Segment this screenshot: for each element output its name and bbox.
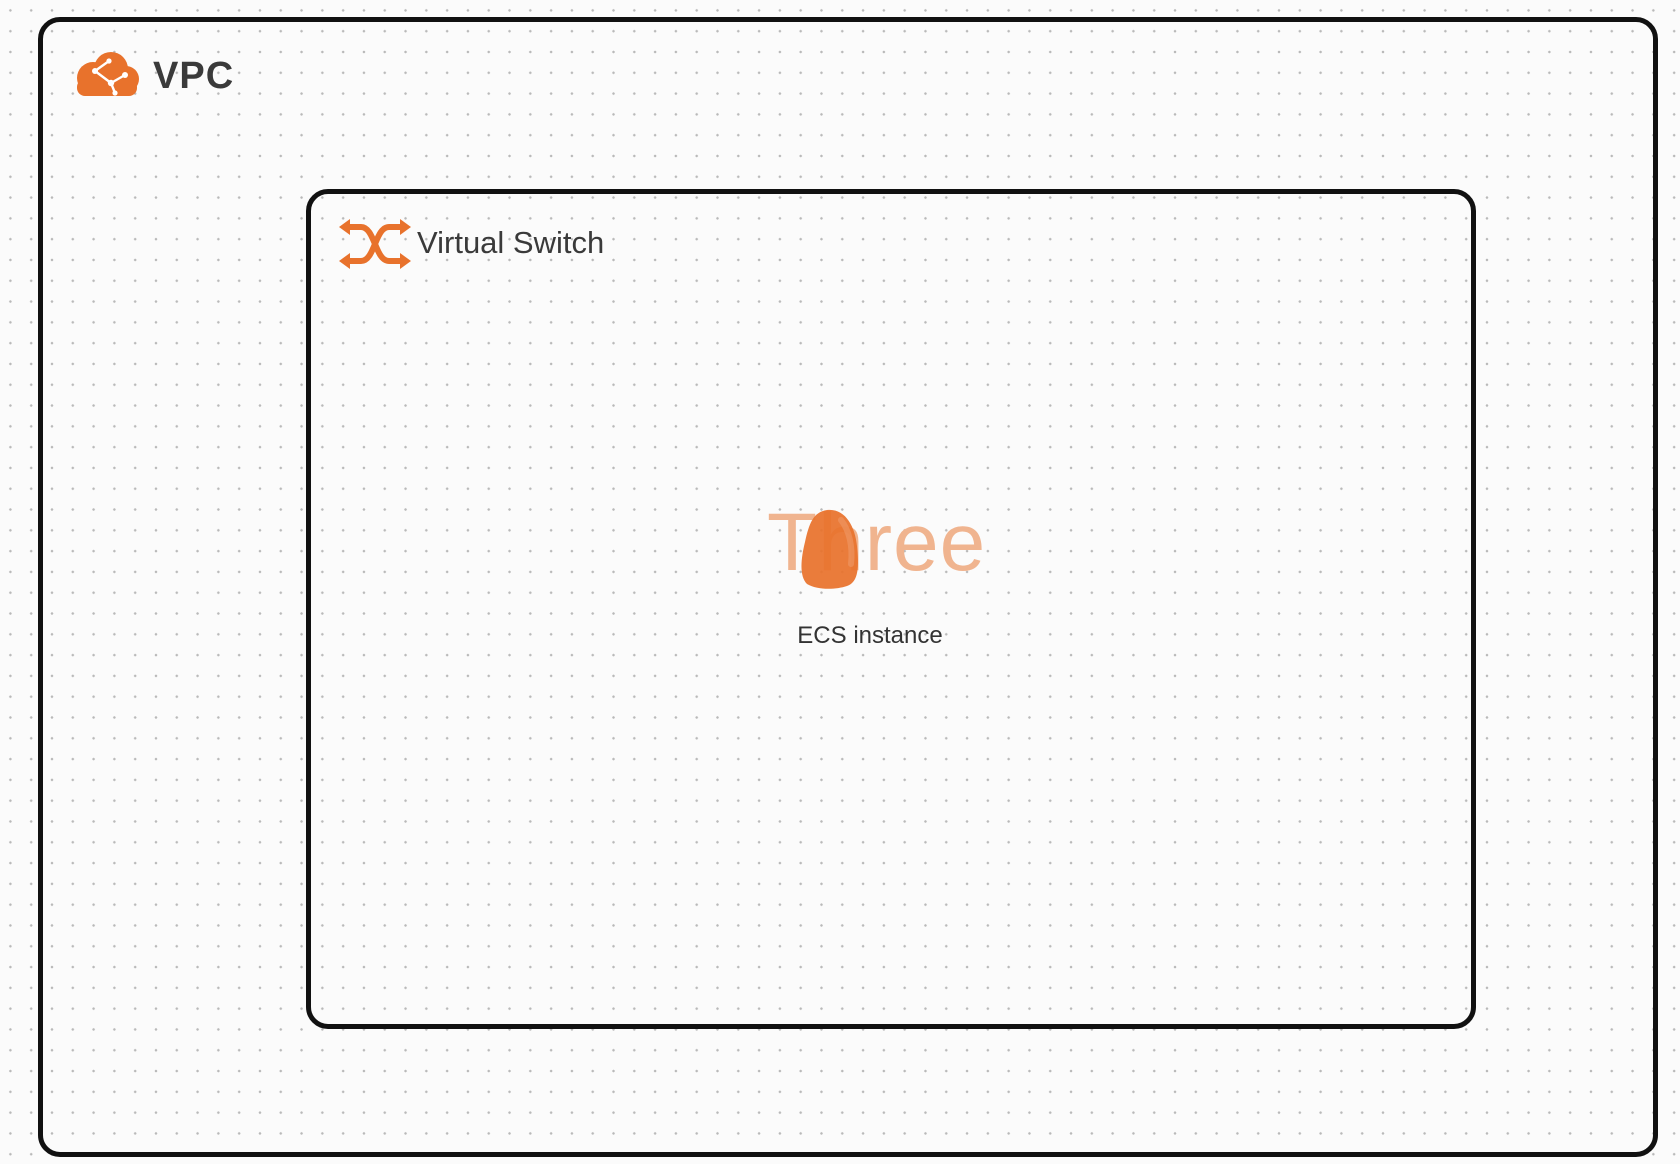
ecs-blob-icon: [801, 509, 858, 589]
ecs-instance-icon: Three: [765, 500, 985, 590]
ecs-instance-label: ECS instance: [797, 622, 943, 649]
vpc-label: VPC: [153, 55, 235, 97]
virtual-switch-label: Virtual Switch: [417, 225, 605, 260]
virtual-switch-icon: [339, 219, 411, 269]
vpc-cloud-icon: [77, 52, 139, 96]
ecs-instance-node[interactable]: Three ECS instance: [765, 500, 985, 660]
